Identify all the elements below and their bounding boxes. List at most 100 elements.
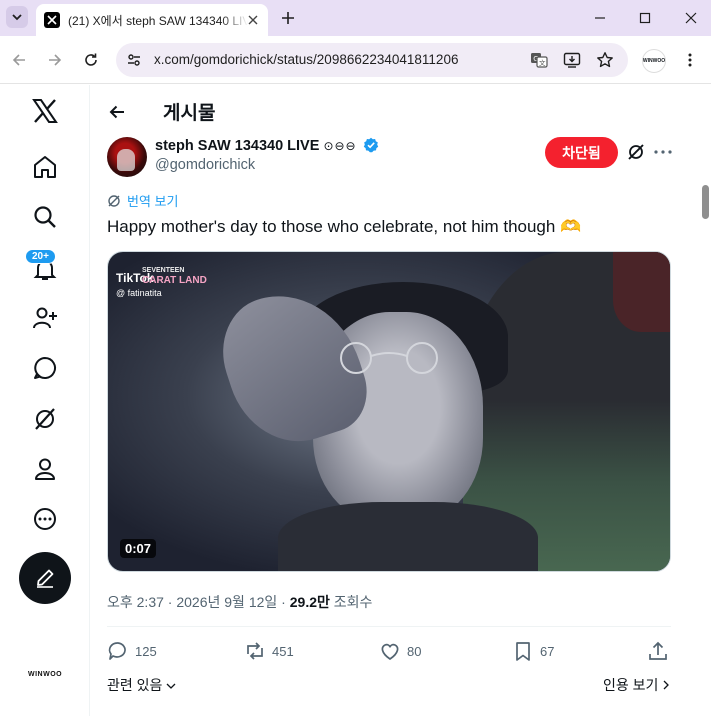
post-date[interactable]: 2026년 9월 12일: [176, 594, 277, 610]
bookmark-icon: [516, 642, 530, 661]
tune-icon: [128, 54, 140, 66]
plus-icon: [282, 12, 294, 24]
verified-badge-icon: [363, 137, 378, 153]
page-scrollbar[interactable]: [698, 85, 711, 716]
post-more-button[interactable]: [653, 142, 673, 162]
sidebar-item-messages[interactable]: [29, 352, 61, 384]
compose-icon: [37, 569, 54, 588]
profile-avatar[interactable]: WINWOO: [642, 49, 666, 73]
bookmark-button[interactable]: 67: [512, 640, 554, 662]
page-title: 게시물: [163, 103, 216, 124]
translate-post-link[interactable]: 번역 보기: [107, 191, 178, 210]
chevron-down-icon: [166, 683, 176, 689]
back-button[interactable]: [107, 102, 127, 122]
translate-icon: G文: [531, 53, 548, 68]
author-handle[interactable]: @gomdorichick: [155, 157, 255, 173]
heart-icon: [381, 643, 399, 660]
view-count-label: 조회수: [333, 594, 373, 610]
view-quotes-link[interactable]: 인용 보기: [603, 675, 670, 695]
arrow-left-icon: [12, 54, 25, 66]
video-cap: [613, 252, 670, 332]
translate-icon: [108, 194, 120, 207]
sidebar-item-home[interactable]: [29, 151, 61, 183]
message-icon: [34, 357, 56, 379]
chevron-down-icon: [12, 14, 22, 21]
reload-icon: [85, 53, 97, 66]
related-toggle[interactable]: 관련 있음: [107, 675, 176, 695]
site-info-button[interactable]: [124, 50, 144, 70]
post-text: Happy mother's day to those who celebrat…: [107, 217, 582, 236]
avatar[interactable]: [107, 137, 147, 177]
maximize-button[interactable]: [635, 8, 655, 28]
close-icon[interactable]: [246, 13, 260, 27]
author-name[interactable]: steph SAW 134340 LIVE ⊙⊖⊖: [155, 137, 379, 154]
reply-count: 125: [135, 643, 157, 659]
blocked-button[interactable]: 차단됨: [545, 137, 618, 168]
minimize-button[interactable]: [590, 8, 610, 28]
post-detail: 게시물 steph SAW 134340 LIVE ⊙⊖⊖ @gomdorich…: [91, 85, 691, 716]
view-count: 29.2만: [289, 594, 330, 610]
grok-explain-button[interactable]: [626, 142, 646, 162]
repost-button[interactable]: 451: [244, 640, 294, 662]
browser-tabstrip: (21) X에서 steph SAW 134340 LIVE: [0, 0, 711, 36]
install-app-button[interactable]: [563, 51, 581, 69]
translate-page-button[interactable]: G文: [530, 51, 548, 69]
bookmark-star-button[interactable]: [596, 51, 614, 69]
add-user-icon: [33, 307, 57, 329]
close-icon: [685, 12, 697, 24]
grok-icon: [35, 408, 55, 430]
tab-search-button[interactable]: [6, 6, 28, 28]
author-name-emojis: ⊙⊖⊖: [323, 139, 357, 153]
profile-icon: [35, 458, 55, 480]
star-icon: [597, 52, 613, 68]
grok-icon: [628, 144, 644, 160]
browser-menu-button[interactable]: [683, 50, 697, 70]
more-vertical-icon: [688, 53, 692, 67]
more-circle-icon: [34, 508, 56, 530]
sidebar-item-explore[interactable]: [29, 201, 61, 233]
back-button[interactable]: [9, 50, 29, 70]
share-button[interactable]: [647, 640, 669, 662]
browser-tab[interactable]: (21) X에서 steph SAW 134340 LIVE: [36, 4, 268, 36]
sidebar-item-profile[interactable]: [29, 453, 61, 485]
address-bar[interactable]: x.com/gomdorichick/status/20986622340418…: [116, 43, 628, 77]
divider: [107, 626, 671, 627]
chevron-right-icon: [663, 680, 670, 690]
repost-count: 451: [272, 643, 294, 659]
new-tab-button[interactable]: [278, 8, 298, 28]
sidebar-item-grok[interactable]: [29, 403, 61, 435]
x-logo-icon: [32, 99, 58, 123]
translate-label: 번역 보기: [127, 194, 179, 209]
compose-post-button[interactable]: [19, 552, 71, 604]
sidebar-item-x-logo[interactable]: [29, 95, 61, 127]
forward-button[interactable]: [45, 50, 65, 70]
close-window-button[interactable]: [681, 8, 701, 28]
home-icon: [34, 156, 56, 178]
video-shirt: [278, 502, 538, 571]
x-app: 20+ WINWOO 게시물 steph SAW 134340 LIVE ⊙⊖⊖: [0, 85, 711, 716]
author-name-text: steph SAW 134340 LIVE: [155, 138, 320, 154]
quotes-label: 인용 보기: [603, 677, 659, 693]
install-icon: [563, 52, 581, 68]
search-icon: [34, 206, 56, 228]
post-time[interactable]: 오후 2:37: [107, 594, 164, 610]
account-switcher[interactable]: WINWOO: [28, 671, 62, 678]
arrow-right-icon: [49, 54, 62, 66]
reload-button[interactable]: [81, 50, 101, 70]
post-video[interactable]: TikTok @ fatinatita SEVENTEEN CARAT LAND…: [107, 251, 671, 572]
notification-badge: 20+: [25, 249, 56, 264]
share-icon: [649, 641, 667, 660]
post-metadata: 오후 2:37 · 2026년 9월 12일 · 29.2만 조회수: [107, 594, 373, 610]
sidebar-item-more[interactable]: [29, 503, 61, 535]
maximize-icon: [639, 12, 651, 24]
scrollbar-thumb[interactable]: [702, 185, 709, 219]
like-button[interactable]: 80: [379, 640, 421, 662]
reply-button[interactable]: 125: [107, 640, 157, 662]
video-overlay-caption: SEVENTEEN CARAT LAND: [142, 266, 207, 286]
sidebar-item-follow[interactable]: [29, 302, 61, 334]
browser-toolbar: x.com/gomdorichick/status/20986622340418…: [0, 36, 711, 84]
video-duration: 0:07: [120, 539, 157, 558]
post-actions: 125 451 80 67: [107, 640, 671, 664]
bookmark-count: 67: [540, 643, 555, 659]
tab-title: (21) X에서 steph SAW 134340 LIVE: [68, 13, 248, 28]
